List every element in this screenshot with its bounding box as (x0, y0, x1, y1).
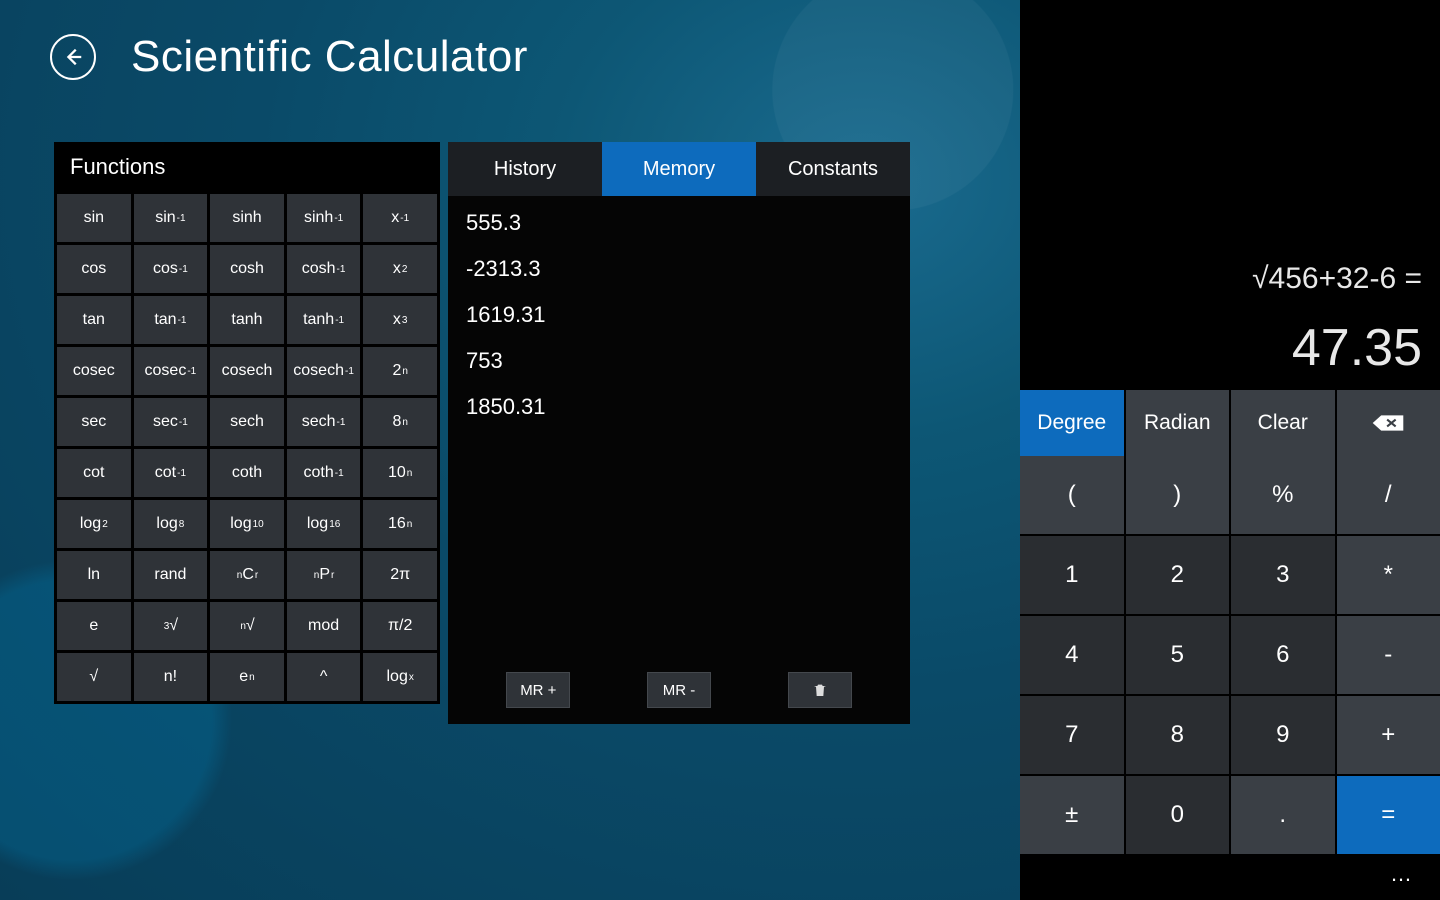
memory-item[interactable]: 1850.31 (466, 394, 892, 420)
function-e-button[interactable]: en (210, 653, 284, 701)
key-8[interactable]: 8 (1126, 696, 1230, 774)
key-divide[interactable]: / (1337, 456, 1440, 534)
degree-mode-button[interactable]: Degree (1020, 390, 1124, 456)
trash-icon (812, 682, 828, 698)
function-sinh-button[interactable]: sinh (210, 194, 284, 242)
tab-constants[interactable]: Constants (756, 142, 910, 196)
function-e-button[interactable]: e (57, 602, 131, 650)
function-cosec-button[interactable]: cosec-1 (134, 347, 208, 395)
back-button[interactable] (50, 34, 96, 80)
function-p-button[interactable]: nPr (287, 551, 361, 599)
function-tan-button[interactable]: tan (57, 296, 131, 344)
memory-item[interactable]: 753 (466, 348, 892, 374)
key-0[interactable]: 0 (1126, 776, 1230, 854)
key-plusminus[interactable]: ± (1020, 776, 1124, 854)
function-cot-button[interactable]: cot-1 (134, 449, 208, 497)
function-log-button[interactable]: logx (363, 653, 437, 701)
result-text: 47.35 (1292, 318, 1422, 378)
functions-title: Functions (54, 142, 440, 194)
key-equals[interactable]: = (1337, 776, 1440, 854)
expression-text: √456+32-6 = (1252, 262, 1422, 296)
key-rparen[interactable]: ) (1126, 456, 1230, 534)
memory-panel: HistoryMemoryConstants 555.3 -2313.3 1619.… (448, 142, 910, 724)
memory-recall-plus-button[interactable]: MR + (506, 672, 570, 708)
function-cosech-button[interactable]: cosech-1 (287, 347, 361, 395)
function-2-button[interactable]: π/2 (363, 602, 437, 650)
function-2-button[interactable]: 2n (363, 347, 437, 395)
key-lparen[interactable]: ( (1020, 456, 1124, 534)
more-icon: … (1390, 861, 1414, 887)
function-cot-button[interactable]: cot (57, 449, 131, 497)
function-16-button[interactable]: 16n (363, 500, 437, 548)
key-2[interactable]: 2 (1126, 536, 1230, 614)
function-sec-button[interactable]: sec-1 (134, 398, 208, 446)
function-cos-button[interactable]: cos-1 (134, 245, 208, 293)
key-percent[interactable]: % (1231, 456, 1335, 534)
function-log-button[interactable]: log16 (287, 500, 361, 548)
function-coth-button[interactable]: coth-1 (287, 449, 361, 497)
key-3[interactable]: 3 (1231, 536, 1335, 614)
function-ln-button[interactable]: ln (57, 551, 131, 599)
function--button[interactable]: n√ (210, 602, 284, 650)
key-plus[interactable]: + (1337, 696, 1440, 774)
function--button[interactable]: ^ (287, 653, 361, 701)
backspace-icon (1371, 412, 1405, 434)
page-title: Scientific Calculator (131, 32, 528, 82)
memory-recall-minus-button[interactable]: MR - (647, 672, 711, 708)
function-x-button[interactable]: x-1 (363, 194, 437, 242)
function-x-button[interactable]: x2 (363, 245, 437, 293)
function-cosh-button[interactable]: cosh-1 (287, 245, 361, 293)
key-9[interactable]: 9 (1231, 696, 1335, 774)
function-tanh-button[interactable]: tanh-1 (287, 296, 361, 344)
function--button[interactable]: √ (57, 653, 131, 701)
function-cosec-button[interactable]: cosec (57, 347, 131, 395)
function-mod-button[interactable]: mod (287, 602, 361, 650)
function-rand-button[interactable]: rand (134, 551, 208, 599)
key-1[interactable]: 1 (1020, 536, 1124, 614)
key-decimal[interactable]: . (1231, 776, 1335, 854)
function-log-button[interactable]: log8 (134, 500, 208, 548)
key-minus[interactable]: - (1337, 616, 1440, 694)
tab-history[interactable]: History (448, 142, 602, 196)
function--button[interactable]: 3√ (134, 602, 208, 650)
function-coth-button[interactable]: coth (210, 449, 284, 497)
function-sin-button[interactable]: sin (57, 194, 131, 242)
radian-mode-button[interactable]: Radian (1126, 390, 1230, 456)
function-cosh-button[interactable]: cosh (210, 245, 284, 293)
key-6[interactable]: 6 (1231, 616, 1335, 694)
display: √456+32-6 = 47.35 (1020, 0, 1440, 390)
functions-panel: Functions sinsin-1sinhsinh-1x-1coscos-1c… (54, 142, 440, 704)
function-sin-button[interactable]: sin-1 (134, 194, 208, 242)
function-log-button[interactable]: log2 (57, 500, 131, 548)
function-2-button[interactable]: 2π (363, 551, 437, 599)
more-button[interactable]: … (1020, 854, 1440, 894)
clear-button[interactable]: Clear (1231, 390, 1335, 456)
key-4[interactable]: 4 (1020, 616, 1124, 694)
function-n-button[interactable]: n! (134, 653, 208, 701)
backspace-button[interactable] (1337, 390, 1440, 456)
function-x-button[interactable]: x3 (363, 296, 437, 344)
function-sinh-button[interactable]: sinh-1 (287, 194, 361, 242)
function-sech-button[interactable]: sech-1 (287, 398, 361, 446)
function-10-button[interactable]: 10n (363, 449, 437, 497)
function-8-button[interactable]: 8n (363, 398, 437, 446)
memory-item[interactable]: 1619.31 (466, 302, 892, 328)
key-7[interactable]: 7 (1020, 696, 1124, 774)
function-log-button[interactable]: log10 (210, 500, 284, 548)
function-cos-button[interactable]: cos (57, 245, 131, 293)
function-sech-button[interactable]: sech (210, 398, 284, 446)
function-tanh-button[interactable]: tanh (210, 296, 284, 344)
keypad-panel: √456+32-6 = 47.35 Degree Radian Clear ()… (1020, 0, 1440, 900)
function-tan-button[interactable]: tan-1 (134, 296, 208, 344)
arrow-left-icon (62, 46, 84, 68)
memory-item[interactable]: -2313.3 (466, 256, 892, 282)
function-sec-button[interactable]: sec (57, 398, 131, 446)
memory-item[interactable]: 555.3 (466, 210, 892, 236)
memory-delete-button[interactable] (788, 672, 852, 708)
function-c-button[interactable]: nCr (210, 551, 284, 599)
tab-memory[interactable]: Memory (602, 142, 756, 196)
key-5[interactable]: 5 (1126, 616, 1230, 694)
key-multiply[interactable]: * (1337, 536, 1440, 614)
function-cosech-button[interactable]: cosech (210, 347, 284, 395)
